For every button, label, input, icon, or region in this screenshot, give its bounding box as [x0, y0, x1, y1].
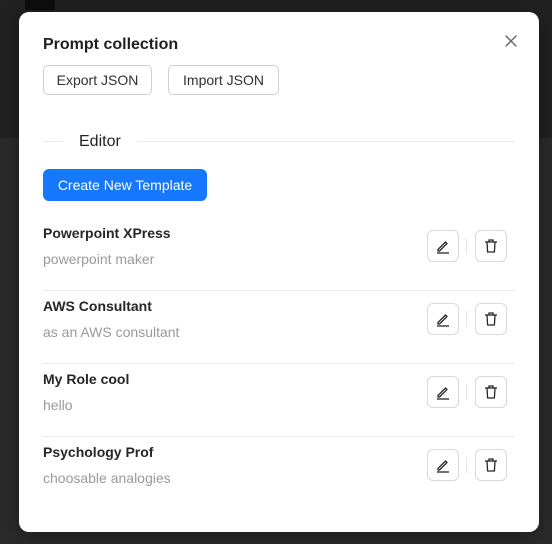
button-separator [466, 238, 467, 254]
button-separator [466, 384, 467, 400]
pencil-icon [437, 314, 449, 327]
delete-template-button[interactable] [475, 376, 507, 408]
template-name: Powerpoint XPress [43, 225, 171, 241]
template-name: My Role cool [43, 371, 130, 387]
edit-template-button[interactable] [427, 376, 459, 408]
trash-icon [485, 385, 497, 399]
import-json-button[interactable]: Import JSON [168, 65, 279, 95]
edit-template-button[interactable] [427, 303, 459, 335]
editor-section-label: Editor [79, 133, 121, 150]
create-new-template-button[interactable]: Create New Template [43, 169, 207, 201]
export-json-button[interactable]: Export JSON [43, 65, 152, 95]
editor-divider-right [138, 141, 515, 142]
template-description: choosable analogies [43, 470, 171, 486]
template-description: as an AWS consultant [43, 324, 180, 340]
delete-template-button[interactable] [475, 303, 507, 335]
template-row: My Role cool hello [43, 363, 515, 437]
template-row: Powerpoint XPress powerpoint maker [43, 217, 515, 291]
template-row: AWS Consultant as an AWS consultant [43, 290, 515, 364]
edit-template-button[interactable] [427, 449, 459, 481]
backdrop-avatar [25, 0, 55, 10]
pencil-icon [437, 241, 449, 254]
button-separator [466, 311, 467, 327]
template-description: powerpoint maker [43, 251, 155, 267]
close-button[interactable] [500, 30, 522, 52]
edit-template-button[interactable] [427, 230, 459, 262]
delete-template-button[interactable] [475, 230, 507, 262]
pencil-icon [437, 460, 449, 473]
delete-template-button[interactable] [475, 449, 507, 481]
template-row: Psychology Prof choosable analogies [43, 436, 515, 509]
prompt-collection-modal: Prompt collection Export JSON Import JSO… [19, 12, 539, 532]
trash-icon [485, 239, 497, 253]
button-separator [466, 457, 467, 473]
template-name: Psychology Prof [43, 444, 154, 460]
trash-icon [485, 312, 497, 326]
modal-title: Prompt collection [43, 36, 179, 53]
template-name: AWS Consultant [43, 298, 152, 314]
pencil-icon [437, 387, 449, 400]
editor-divider-left [43, 141, 63, 142]
template-description: hello [43, 397, 73, 413]
close-icon [505, 35, 517, 47]
trash-icon [485, 458, 497, 472]
